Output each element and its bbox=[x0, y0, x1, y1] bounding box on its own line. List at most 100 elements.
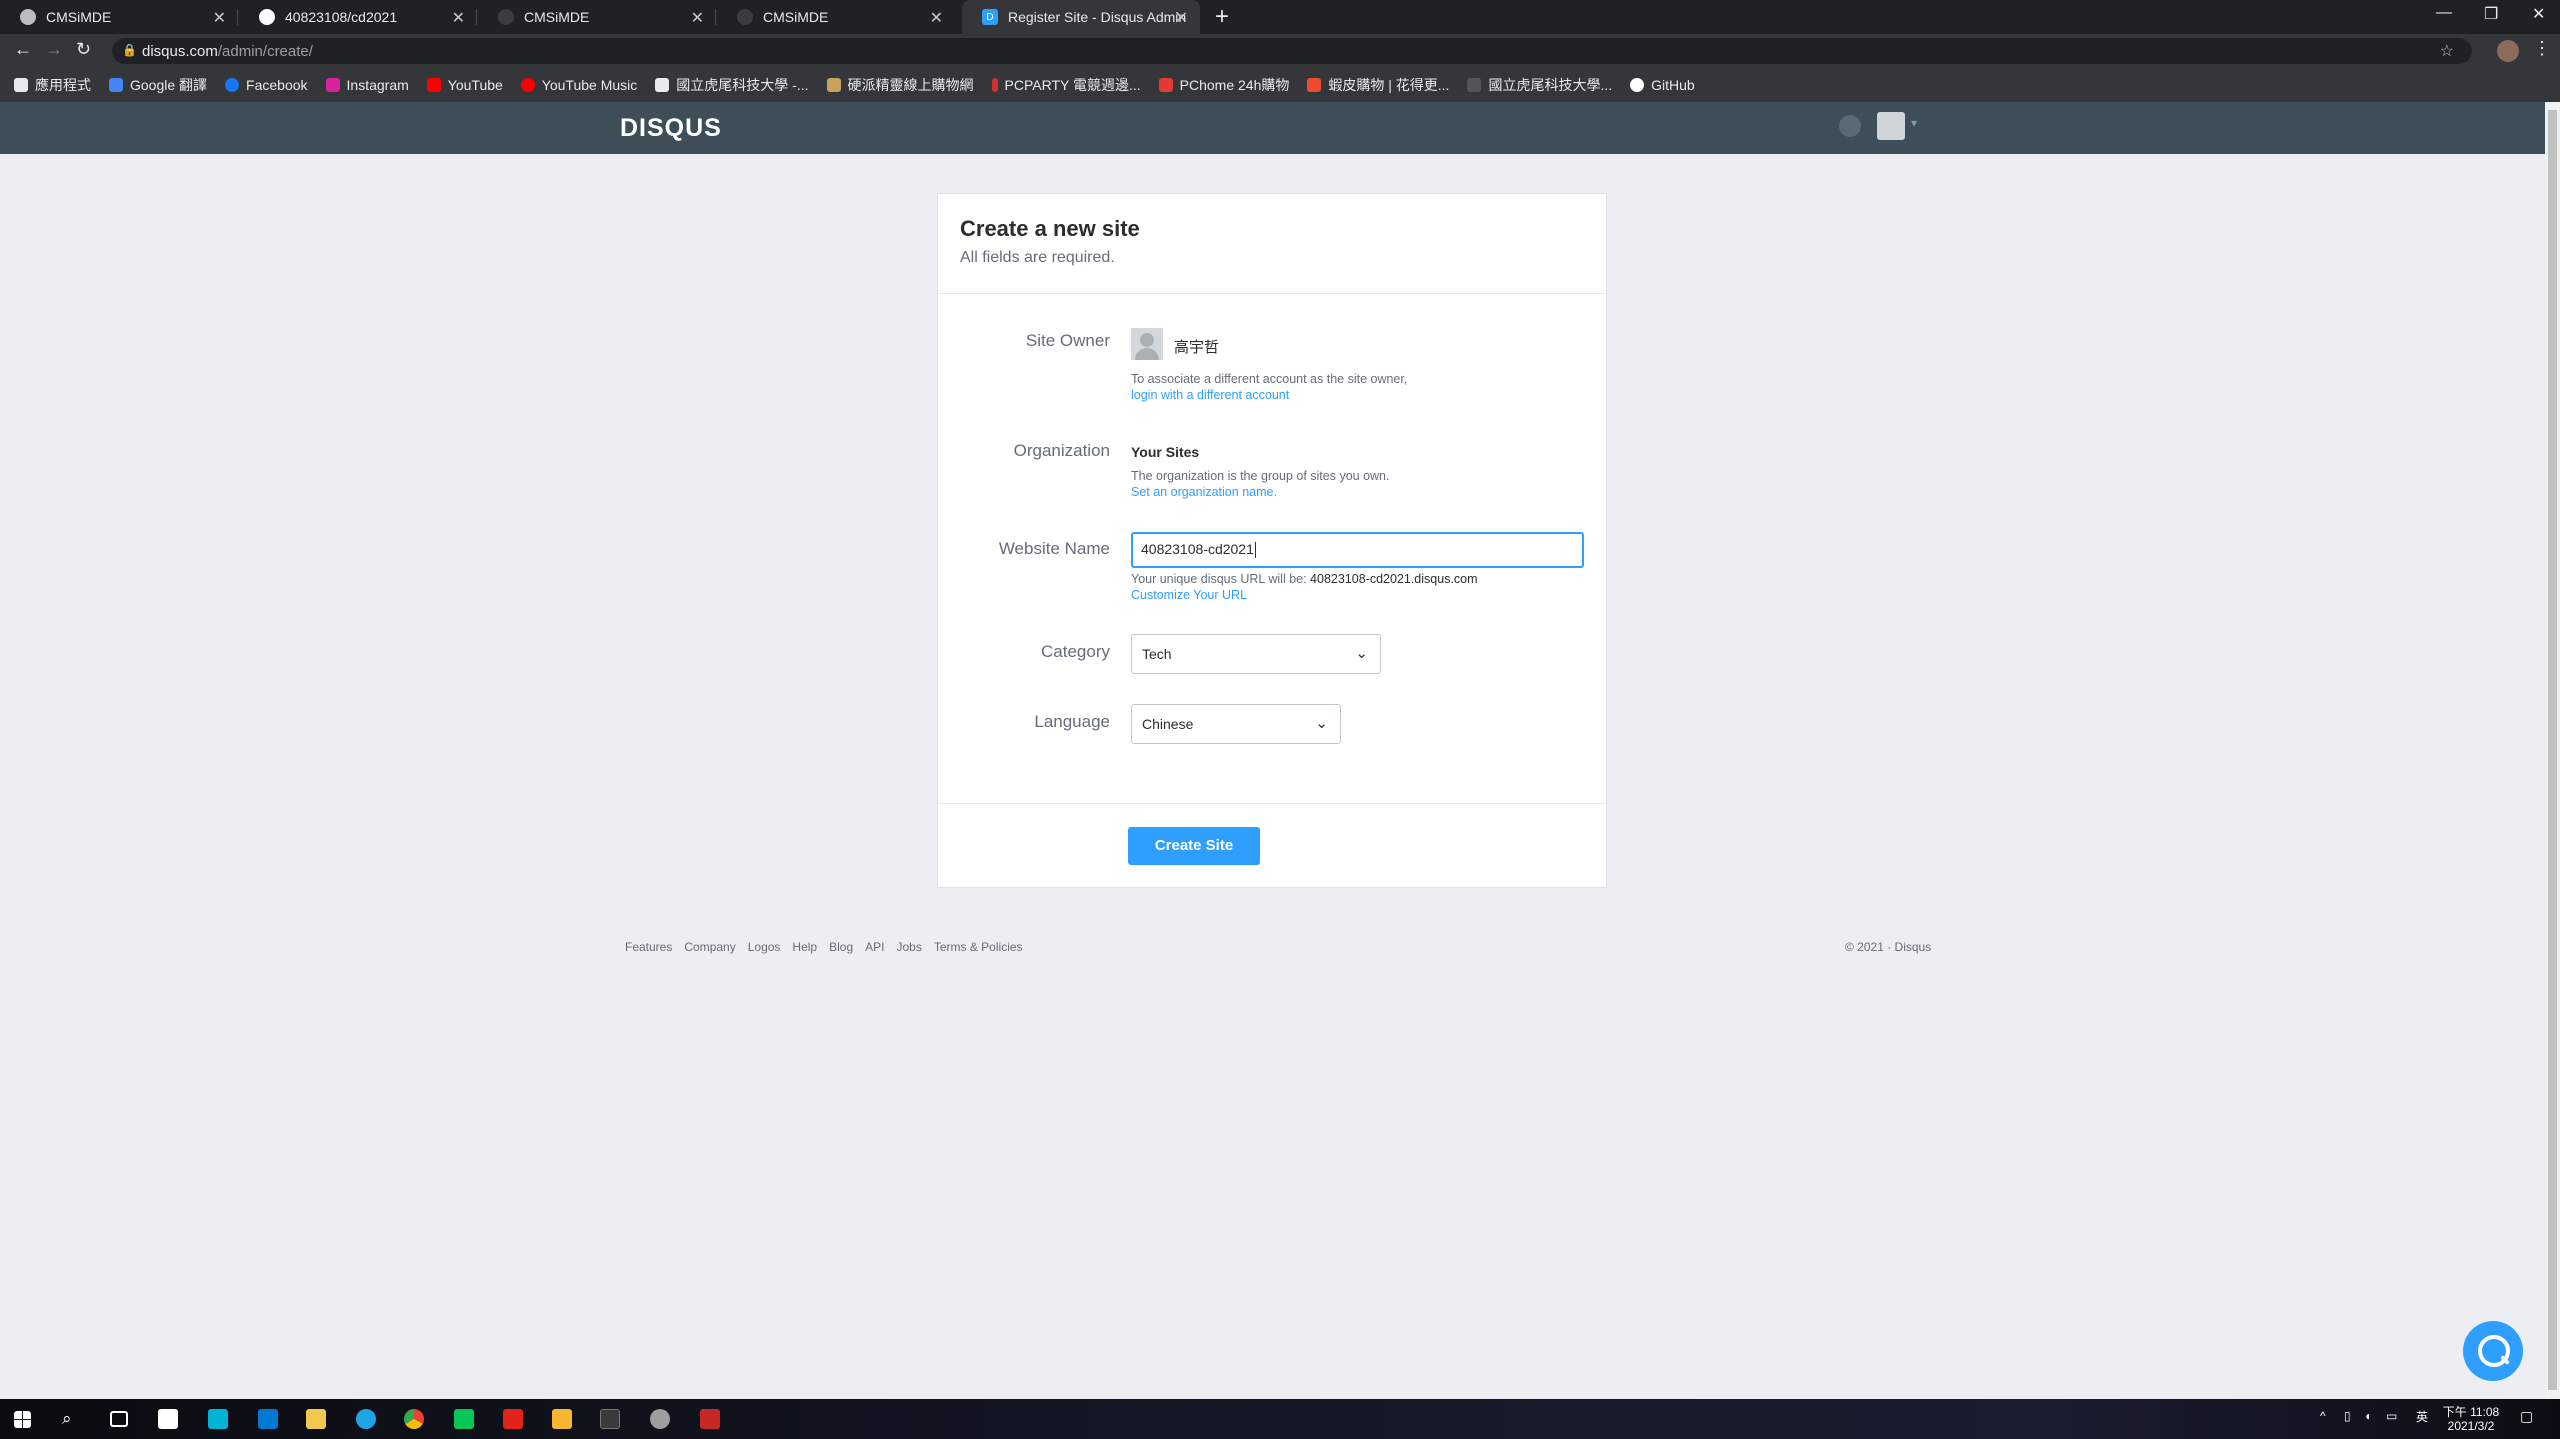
search-icon[interactable]: ⌕ bbox=[62, 1409, 82, 1429]
create-site-button[interactable]: Create Site bbox=[1128, 827, 1260, 865]
chevron-down-icon: ⌄ bbox=[1315, 715, 1328, 732]
back-icon[interactable]: ← bbox=[14, 39, 32, 60]
minimize-icon[interactable]: — bbox=[2436, 4, 2452, 22]
tray-chevron-up-icon[interactable]: ^ bbox=[2320, 1409, 2326, 1423]
owner-name: 高宇哲 bbox=[1174, 339, 1220, 356]
set-organization-name-link[interactable]: Set an organization name. bbox=[1131, 485, 1277, 499]
file-explorer-icon[interactable] bbox=[306, 1409, 326, 1429]
pchome-icon bbox=[1158, 78, 1173, 92]
network-icon[interactable]: ▭ bbox=[2386, 1409, 2397, 1423]
tab-close-icon[interactable]: ✕ bbox=[930, 8, 943, 28]
scrollbar-thumb[interactable] bbox=[2548, 110, 2557, 1390]
footer-link-blog[interactable]: Blog bbox=[829, 940, 853, 954]
ime-indicator[interactable]: 英 bbox=[2416, 1410, 2428, 1424]
terminal-icon[interactable] bbox=[600, 1409, 620, 1429]
forward-icon[interactable]: → bbox=[45, 39, 63, 60]
footer-link-features[interactable]: Features bbox=[625, 940, 672, 954]
restore-icon[interactable]: ❐ bbox=[2484, 4, 2498, 24]
customize-url-link[interactable]: Customize Your URL bbox=[1131, 588, 1247, 602]
tab-separator bbox=[715, 9, 716, 25]
clock[interactable]: 下午 11:08 2021/3/2 bbox=[2436, 1405, 2506, 1433]
acrobat-icon[interactable] bbox=[503, 1409, 523, 1429]
bookmark-google-translate[interactable]: Google 翻譯 bbox=[109, 75, 207, 95]
category-label: Category bbox=[1041, 642, 1110, 661]
bookmark-instagram[interactable]: Instagram bbox=[325, 77, 409, 93]
login-different-account-link[interactable]: login with a different account bbox=[1131, 388, 1289, 402]
notification-icon[interactable] bbox=[1839, 115, 1861, 137]
facebook-icon bbox=[225, 78, 240, 92]
site-owner-label: Site Owner bbox=[1025, 331, 1110, 350]
footer-link-help[interactable]: Help bbox=[792, 940, 817, 954]
bookmark-shop[interactable]: 硬派精靈線上購物網 bbox=[826, 75, 974, 95]
disqus-logo[interactable]: DISQUS bbox=[620, 114, 722, 143]
tab-close-icon[interactable]: ✕ bbox=[213, 8, 226, 28]
notification-center-icon[interactable]: ▢ bbox=[2520, 1409, 2533, 1423]
footer-link-terms[interactable]: Terms & Policies bbox=[934, 940, 1023, 954]
menu-kebab-icon[interactable]: ⋮ bbox=[2533, 38, 2551, 59]
windows-start-icon[interactable] bbox=[14, 1411, 31, 1428]
reload-icon[interactable]: ↻ bbox=[76, 39, 91, 60]
browser-tab[interactable]: CMSiMDE ✕ bbox=[0, 0, 238, 34]
illustrator-icon[interactable] bbox=[552, 1409, 572, 1429]
bookmark-label: 國立虎尾科技大學 -... bbox=[676, 77, 809, 93]
bookmark-shopee[interactable]: 蝦皮購物 | 花得更... bbox=[1307, 75, 1449, 95]
bookmark-star-icon[interactable]: ☆ bbox=[2440, 41, 2454, 61]
website-name-label: Website Name bbox=[998, 539, 1110, 558]
github-icon bbox=[1630, 78, 1645, 92]
shop-icon bbox=[826, 78, 841, 92]
chrome-icon[interactable] bbox=[404, 1409, 424, 1429]
profile-avatar[interactable] bbox=[2497, 40, 2519, 62]
task-view-icon[interactable] bbox=[110, 1411, 128, 1427]
bookmark-youtube-music[interactable]: YouTube Music bbox=[520, 77, 637, 93]
disqus-favicon-icon: D bbox=[982, 9, 998, 25]
bookmark-github[interactable]: GitHub bbox=[1630, 77, 1695, 93]
new-tab-button[interactable]: + bbox=[1215, 3, 1229, 31]
footer-link-api[interactable]: API bbox=[865, 940, 884, 954]
store-icon[interactable] bbox=[158, 1409, 178, 1429]
tab-close-icon[interactable]: ✕ bbox=[1175, 8, 1188, 28]
disqus-header: DISQUS ▾ bbox=[0, 102, 2545, 154]
bookmark-apps[interactable]: 應用程式 bbox=[14, 75, 91, 95]
footer-links: Features Company Logos Help Blog API Job… bbox=[625, 940, 1035, 954]
bookmark-facebook[interactable]: Facebook bbox=[225, 77, 308, 93]
page-scrollbar[interactable] bbox=[2545, 102, 2560, 1399]
user-avatar[interactable] bbox=[1877, 112, 1905, 140]
footer-link-logos[interactable]: Logos bbox=[748, 940, 781, 954]
mail-icon[interactable] bbox=[258, 1409, 278, 1429]
bookmark-nfu-2[interactable]: 國立虎尾科技大學... bbox=[1467, 75, 1612, 95]
bookmark-nfu[interactable]: 國立虎尾科技大學 -... bbox=[655, 75, 809, 95]
language-select[interactable]: Chinese ⌄ bbox=[1131, 704, 1341, 744]
help-search-icon[interactable] bbox=[2463, 1321, 2523, 1381]
bookmark-pcparty[interactable]: PCPARTY 電競週邊... bbox=[991, 75, 1141, 95]
language-value: Chinese bbox=[1142, 716, 1194, 732]
volume-icon[interactable]: ◖ bbox=[2364, 1409, 2371, 1423]
tab-close-icon[interactable]: ✕ bbox=[452, 8, 465, 28]
bookmark-label: 國立虎尾科技大學... bbox=[1488, 77, 1613, 93]
category-select[interactable]: Tech ⌄ bbox=[1131, 634, 1381, 674]
browser-tab[interactable]: CMSiMDE ✕ bbox=[478, 0, 716, 34]
bookmark-label: PChome 24h購物 bbox=[1179, 77, 1290, 93]
line-icon[interactable] bbox=[454, 1409, 474, 1429]
browser-tab[interactable]: CMSiMDE ✕ bbox=[717, 0, 955, 34]
tab-close-icon[interactable]: ✕ bbox=[691, 8, 704, 28]
edge-icon[interactable] bbox=[356, 1409, 376, 1429]
bookmark-pchome[interactable]: PChome 24h購物 bbox=[1158, 75, 1290, 95]
bookmark-label: GitHub bbox=[1651, 77, 1695, 93]
address-bar[interactable]: 🔒 disqus.com/admin/create/ ☆ bbox=[112, 38, 2472, 64]
tab-separator bbox=[476, 9, 477, 25]
bookmark-youtube[interactable]: YouTube bbox=[426, 77, 503, 93]
close-window-icon[interactable]: ✕ bbox=[2532, 4, 2545, 24]
tab-separator bbox=[237, 9, 238, 25]
footer-link-company[interactable]: Company bbox=[684, 940, 735, 954]
battery-icon[interactable]: ▯ bbox=[2344, 1409, 2351, 1423]
website-url-help: Your unique disqus URL will be: 40823108… bbox=[1131, 572, 1478, 586]
website-name-input[interactable]: 40823108-cd2021 bbox=[1131, 532, 1584, 568]
footer-link-jobs[interactable]: Jobs bbox=[896, 940, 921, 954]
chevron-down-icon[interactable]: ▾ bbox=[1911, 116, 1917, 130]
browser-tab[interactable]: 40823108/cd2021 ✕ bbox=[239, 0, 477, 34]
arduino-icon[interactable] bbox=[208, 1409, 228, 1429]
obs-icon[interactable] bbox=[650, 1409, 670, 1429]
browser-tab-active[interactable]: D Register Site - Disqus Admin ✕ bbox=[962, 0, 1200, 34]
bandicam-icon[interactable] bbox=[700, 1409, 720, 1429]
google-translate-icon bbox=[109, 78, 123, 92]
